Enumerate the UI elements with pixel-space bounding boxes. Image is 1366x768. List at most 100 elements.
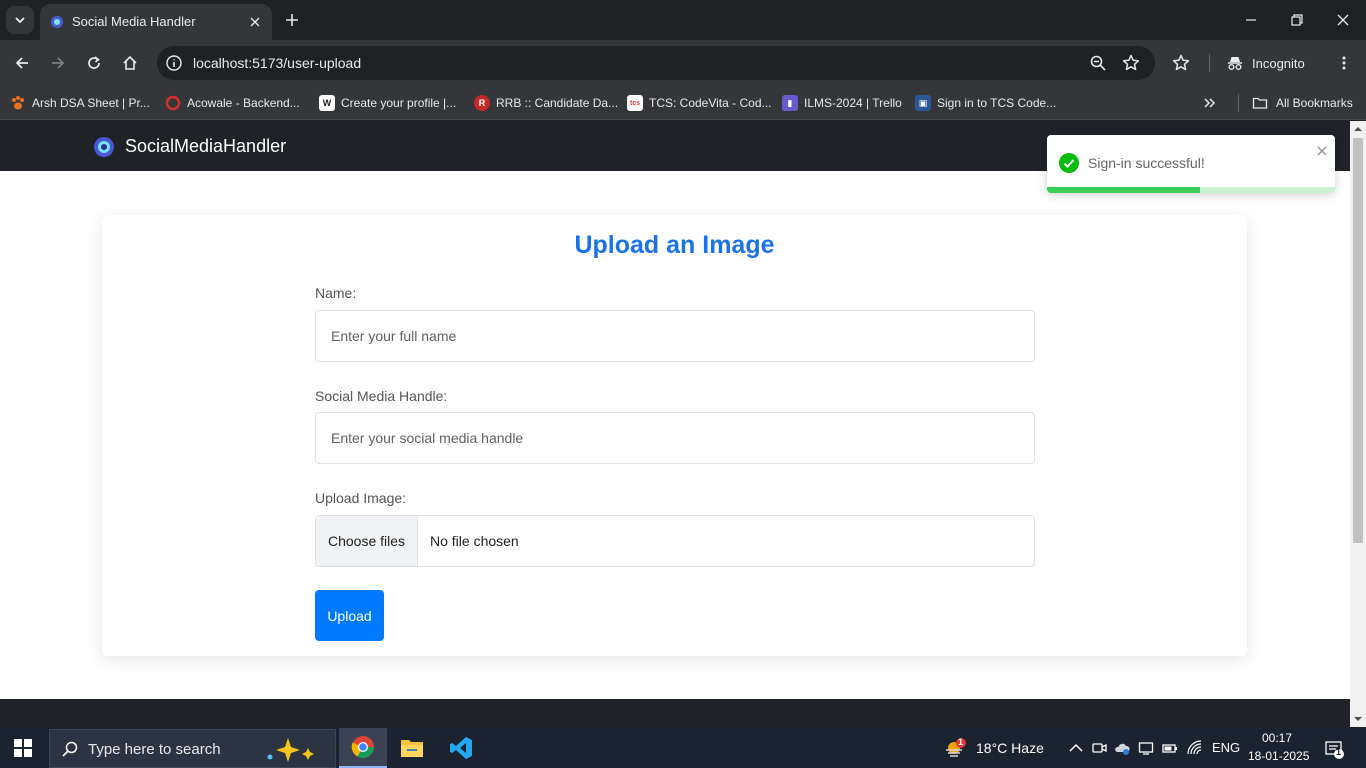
onedrive-icon[interactable]: [1114, 740, 1130, 756]
brand-name[interactable]: SocialMediaHandler: [125, 136, 286, 157]
battery-icon[interactable]: [1162, 740, 1178, 756]
taskbar-file-explorer[interactable]: [388, 728, 436, 768]
social-handle-input[interactable]: [315, 412, 1035, 464]
bookmark-label: Sign in to TCS Code...: [937, 96, 1057, 110]
restore-button[interactable]: [1282, 8, 1312, 32]
choose-files-button[interactable]: Choose files: [316, 516, 418, 566]
brand-logo-icon[interactable]: [93, 136, 115, 158]
more-vertical-icon: [1342, 56, 1346, 70]
toast-progress-track: [1047, 187, 1335, 193]
language-indicator[interactable]: ENG: [1212, 740, 1240, 755]
star-list-icon: [1172, 54, 1190, 71]
toolbar-divider: [1209, 54, 1210, 72]
bookmark-item[interactable]: Acowale - Backend...: [165, 92, 300, 114]
back-button[interactable]: [10, 51, 34, 75]
paw-icon: [10, 95, 26, 111]
zoom-icon[interactable]: [1089, 54, 1107, 72]
sparkle-icon: [267, 738, 314, 762]
page-footer: [0, 699, 1350, 728]
chevron-up-icon[interactable]: [1068, 740, 1084, 756]
bookmark-item[interactable]: tcs TCS: CodeVita - Cod...: [627, 92, 772, 114]
more-bookmarks-button[interactable]: [1203, 92, 1217, 114]
bookmark-label: ILMS-2024 | Trello: [804, 96, 902, 110]
folder-icon: [401, 740, 423, 757]
trello-icon: ▮: [782, 95, 798, 111]
taskbar-vscode[interactable]: [437, 728, 485, 768]
browser-toolbar: localhost:5173/user-upload Incognito: [0, 40, 1366, 86]
meet-now-icon[interactable]: [1091, 740, 1107, 756]
address-bar[interactable]: localhost:5173/user-upload: [157, 46, 1155, 80]
reload-icon: [88, 56, 100, 69]
toast-message: Sign-in successful!: [1088, 155, 1205, 171]
clock-date[interactable]: 18-01-2025: [1248, 749, 1309, 763]
bookmark-star-icon[interactable]: [1122, 54, 1140, 72]
weather-text[interactable]: 18°C Haze: [976, 740, 1044, 756]
scrollbar-thumb[interactable]: [1353, 138, 1363, 543]
all-bookmarks-label: All Bookmarks: [1276, 96, 1353, 110]
upload-image-label: Upload Image:: [315, 490, 407, 506]
chevron-down-icon: [15, 17, 25, 24]
reading-list-button[interactable]: [1169, 51, 1193, 75]
scroll-up-icon[interactable]: [1354, 125, 1362, 133]
incognito-label: Incognito: [1252, 55, 1305, 71]
search-icon: [62, 741, 78, 757]
close-icon[interactable]: [1316, 145, 1328, 157]
bookmark-item[interactable]: W Create your profile |...: [319, 92, 456, 114]
folder-icon: [1252, 97, 1268, 109]
windows-taskbar: Type here to search 1 18°C Haze ENG 00:1…: [0, 728, 1366, 768]
bookmark-label: TCS: CodeVita - Cod...: [649, 96, 772, 110]
incognito-icon: [1228, 57, 1242, 70]
bookmark-item[interactable]: R RRB :: Candidate Da...: [474, 92, 618, 114]
close-icon: [250, 17, 260, 27]
close-icon: [1337, 14, 1349, 26]
weather-alert-count: 1: [958, 737, 964, 747]
browser-tab-active[interactable]: Social Media Handler: [40, 4, 272, 40]
url-text[interactable]: localhost:5173/user-upload: [193, 55, 361, 71]
incognito-indicator[interactable]: Incognito: [1226, 48, 1326, 78]
tcs-icon: tcs: [627, 95, 643, 111]
app-favicon-icon: [51, 16, 63, 28]
clock-time[interactable]: 00:17: [1262, 731, 1292, 745]
page-scrollbar[interactable]: [1350, 121, 1366, 727]
file-input[interactable]: Choose files No file chosen: [315, 515, 1035, 567]
minimize-button[interactable]: [1236, 8, 1266, 32]
handle-label: Social Media Handle:: [315, 388, 448, 404]
browser-menu-button[interactable]: [1332, 51, 1356, 75]
minimize-icon: [1246, 19, 1256, 21]
site-info-icon[interactable]: [165, 54, 183, 72]
taskbar-chrome[interactable]: [339, 728, 387, 768]
bookmark-label: Arsh DSA Sheet | Pr...: [32, 96, 150, 110]
tab-search-button[interactable]: [6, 6, 34, 34]
search-placeholder: Type here to search: [88, 741, 221, 758]
home-button[interactable]: [118, 51, 142, 75]
home-icon: [123, 55, 137, 70]
close-window-button[interactable]: [1328, 8, 1358, 32]
wifi-icon[interactable]: [1187, 740, 1203, 756]
taskbar-search[interactable]: Type here to search: [49, 729, 336, 768]
reload-button[interactable]: [82, 51, 106, 75]
bookmark-item[interactable]: ▣ Sign in to TCS Code...: [915, 92, 1056, 114]
name-input[interactable]: [315, 310, 1035, 362]
page-viewport: SocialMediaHandler Upload an Image Name:…: [0, 121, 1350, 699]
name-label: Name:: [315, 285, 357, 301]
chrome-icon: [351, 736, 374, 758]
windows-start-icon[interactable]: [14, 739, 32, 757]
bookmark-item[interactable]: ▮ ILMS-2024 | Trello: [782, 92, 902, 114]
chevron-double-right-icon: [1204, 98, 1216, 108]
toast-notification[interactable]: Sign-in successful!: [1047, 135, 1335, 193]
upload-form-card: Upload an Image Name: Social Media Handl…: [102, 215, 1247, 656]
form-title: Upload an Image: [574, 231, 775, 259]
tab-close-button[interactable]: [246, 13, 264, 31]
upload-button[interactable]: Upload: [315, 590, 384, 641]
display-icon[interactable]: [1138, 740, 1154, 756]
bookmark-item[interactable]: Arsh DSA Sheet | Pr...: [10, 92, 150, 114]
new-tab-button[interactable]: [281, 9, 303, 31]
bookmarks-divider: [1238, 94, 1239, 112]
all-bookmarks-button[interactable]: All Bookmarks: [1252, 92, 1353, 114]
browser-tab-strip: Social Media Handler: [0, 0, 1366, 40]
scroll-down-icon[interactable]: [1354, 715, 1362, 723]
acowale-icon: [165, 95, 181, 111]
forward-button[interactable]: [46, 51, 70, 75]
w-icon: W: [319, 95, 335, 111]
restore-icon: [1291, 14, 1303, 26]
